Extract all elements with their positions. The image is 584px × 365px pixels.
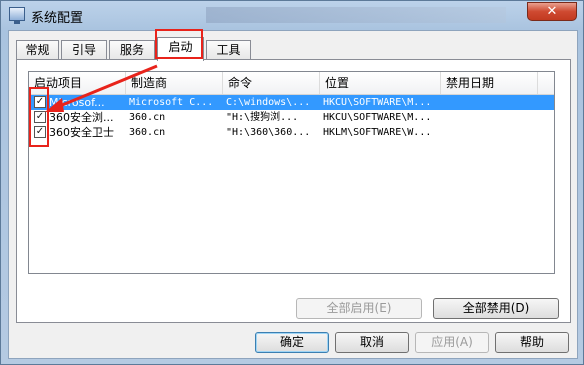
help-button[interactable]: 帮助 xyxy=(495,332,569,353)
row-date xyxy=(444,125,536,140)
startup-list[interactable]: 启动项目 制造商 命令 位置 禁用日期 ✓ Microsof... Micros… xyxy=(28,71,555,274)
row-command: C:\windows\... xyxy=(226,97,311,108)
table-row[interactable]: ✓ 360安全浏... 360.cn "H:\搜狗浏... HKCU\SOFTW… xyxy=(29,110,554,125)
row-maker: Microsoft C... xyxy=(129,97,214,108)
table-row[interactable]: ✓ 360安全卫士 360.cn "H:\360\360... HKLM\SOF… xyxy=(29,125,554,140)
dialog-body: 常规 引导 服务 启动 工具 启动项目 制造商 命令 位置 禁用日期 ✓ Mic… xyxy=(8,30,578,359)
title-bar[interactable]: 系统配置 ✕ xyxy=(1,1,584,31)
row-name: 360安全浏... xyxy=(49,111,114,124)
row-maker: 360.cn xyxy=(129,127,166,138)
row-location: HKCU\SOFTWARE\M... xyxy=(323,97,432,108)
row-date xyxy=(444,110,536,125)
table-row[interactable]: ✓ Microsof... Microsoft C... C:\windows\… xyxy=(29,95,554,110)
column-location[interactable]: 位置 xyxy=(320,72,441,94)
column-command[interactable]: 命令 xyxy=(223,72,320,94)
column-disabled-date[interactable]: 禁用日期 xyxy=(441,72,538,94)
checkbox-column-highlight xyxy=(29,87,49,147)
list-header: 启动项目 制造商 命令 位置 禁用日期 xyxy=(29,72,554,95)
startup-tab-highlight xyxy=(155,29,203,59)
tab-tools[interactable]: 工具 xyxy=(206,40,251,60)
row-location: HKCU\SOFTWARE\M... xyxy=(323,112,432,123)
disable-all-button[interactable]: 全部禁用(D) xyxy=(433,298,559,319)
system-config-window: 系统配置 ✕ 常规 引导 服务 启动 工具 启动项目 制造商 命令 位置 禁用日… xyxy=(0,0,584,365)
apply-button[interactable]: 应用(A) xyxy=(415,332,489,353)
row-date xyxy=(444,95,536,110)
system-config-icon xyxy=(9,7,25,24)
row-command: "H:\360\360... xyxy=(226,127,311,138)
tab-boot[interactable]: 引导 xyxy=(61,40,107,60)
row-maker: 360.cn xyxy=(129,112,166,123)
row-location: HKLM\SOFTWARE\W... xyxy=(323,127,432,138)
blurred-region xyxy=(206,7,506,23)
startup-panel: 启动项目 制造商 命令 位置 禁用日期 ✓ Microsof... Micros… xyxy=(16,59,571,323)
row-name: 360安全卫士 xyxy=(49,126,114,139)
row-command: "H:\搜狗浏... xyxy=(226,112,299,123)
cancel-button[interactable]: 取消 xyxy=(335,332,409,353)
window-title: 系统配置 xyxy=(31,11,84,26)
tab-general[interactable]: 常规 xyxy=(16,40,59,60)
row-name: Microsof... xyxy=(49,96,105,109)
ok-button[interactable]: 确定 xyxy=(255,332,329,353)
close-button[interactable]: ✕ xyxy=(527,2,577,21)
enable-all-button[interactable]: 全部启用(E) xyxy=(296,298,422,319)
column-manufacturer[interactable]: 制造商 xyxy=(126,72,223,94)
tab-services[interactable]: 服务 xyxy=(109,40,155,60)
